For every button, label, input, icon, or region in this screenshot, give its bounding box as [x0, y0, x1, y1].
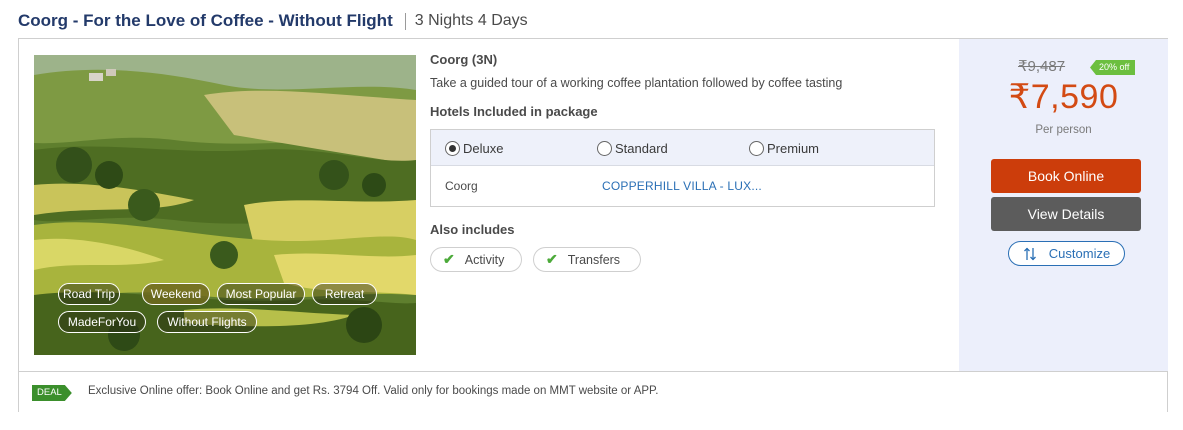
- hotel-row: Coorg COPPERHILL VILLA - LUX...: [431, 166, 934, 207]
- original-price: ₹9,487: [1018, 58, 1066, 75]
- tag-without-flights[interactable]: Without Flights: [157, 311, 257, 333]
- include-transfers: ✔ Transfers: [533, 247, 641, 272]
- radio-unselected-icon[interactable]: [597, 140, 612, 156]
- include-label: Transfers: [567, 252, 621, 267]
- view-details-button[interactable]: View Details: [991, 197, 1141, 231]
- coffee-hills-photo: [34, 55, 416, 355]
- hotels-table: Deluxe Standard Premium Coorg COPPERHILL…: [430, 129, 935, 207]
- destination-title: Coorg (3N): [430, 52, 498, 67]
- tag-retreat[interactable]: Retreat: [312, 283, 377, 305]
- tag-road-trip[interactable]: Road Trip: [58, 283, 120, 305]
- hotel-option-standard[interactable]: Standard: [597, 130, 668, 166]
- discount-badge: 20% off: [1090, 60, 1136, 75]
- discounted-price: ₹7,590: [1008, 78, 1119, 116]
- hotel-option-premium[interactable]: Premium: [749, 130, 819, 166]
- radio-selected-icon[interactable]: [445, 140, 460, 156]
- per-person-label: Per person: [1035, 124, 1092, 136]
- tag-weekend[interactable]: Weekend: [142, 283, 210, 305]
- package-duration: 3 Nights 4 Days: [414, 12, 528, 29]
- hotel-option-label: Premium: [767, 140, 820, 156]
- tag-madeforyou[interactable]: MadeForYou: [58, 311, 146, 333]
- hotel-city: Coorg: [445, 179, 478, 193]
- hotel-name-link[interactable]: COPPERHILL VILLA - LUX...: [602, 179, 762, 193]
- tag-most-popular[interactable]: Most Popular: [217, 283, 305, 305]
- customize-label: Customize: [1048, 246, 1111, 261]
- package-title[interactable]: Coorg - For the Love of Coffee - Without…: [18, 11, 393, 31]
- deal-footer: DEAL Exclusive Online offer: Book Online…: [19, 371, 1167, 412]
- destination-description: Take a guided tour of a working coffee p…: [430, 76, 843, 90]
- hotels-heading: Hotels Included in package: [430, 104, 598, 119]
- package-card: Road Trip Weekend Most Popular Retreat MadeF…: [18, 38, 1168, 412]
- check-icon: ✔: [546, 251, 558, 267]
- sliders-icon: [1023, 247, 1037, 261]
- hotel-option-deluxe[interactable]: Deluxe: [445, 130, 503, 166]
- check-icon: ✔: [443, 251, 455, 267]
- hotel-category-options: Deluxe Standard Premium: [431, 130, 934, 166]
- hotel-option-label: Deluxe: [463, 140, 504, 156]
- book-online-button[interactable]: Book Online: [991, 159, 1141, 193]
- package-header: Coorg - For the Love of Coffee - Without…: [18, 9, 528, 33]
- hotel-option-label: Standard: [615, 140, 668, 156]
- also-includes-heading: Also includes: [430, 222, 515, 237]
- include-activity: ✔ Activity: [430, 247, 522, 272]
- price-panel: ₹9,487 20% off ₹7,590 Per person Book On…: [959, 39, 1168, 371]
- customize-button[interactable]: Customize: [1008, 241, 1125, 266]
- title-divider: [404, 12, 406, 30]
- deal-text: Exclusive Online offer: Book Online and …: [88, 385, 659, 397]
- include-label: Activity: [464, 252, 505, 267]
- deal-badge: DEAL: [32, 385, 72, 401]
- package-image[interactable]: Road Trip Weekend Most Popular Retreat MadeF…: [34, 55, 416, 355]
- radio-unselected-icon[interactable]: [749, 140, 764, 156]
